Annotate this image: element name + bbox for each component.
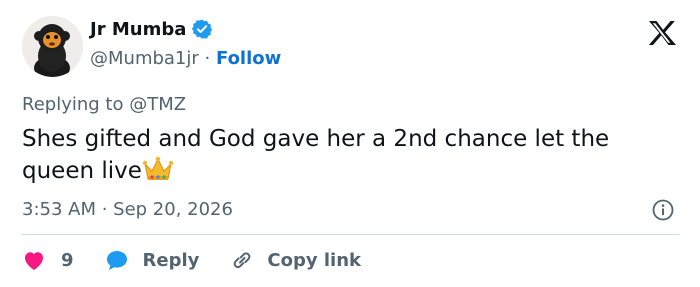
- info-icon[interactable]: [651, 198, 675, 222]
- timestamp[interactable]: 3:53 AM · Sep 20, 2026: [22, 199, 233, 220]
- copy-link-button[interactable]: Copy link: [229, 248, 361, 272]
- tweet-text: Shes gifted and God gave her a 2nd chanc…: [22, 123, 682, 191]
- author-handle[interactable]: @Mumba1jr: [90, 48, 199, 69]
- divider: [22, 234, 679, 235]
- follow-button[interactable]: Follow: [216, 48, 281, 69]
- tweet-body: Shes gifted and God gave her a 2nd chanc…: [22, 126, 610, 184]
- like-count: 9: [61, 249, 74, 271]
- crown-emoji: [142, 156, 174, 191]
- action-bar: 9 Reply Copy link: [22, 246, 361, 274]
- link-icon: [234, 252, 251, 269]
- handle-separator: ·: [204, 48, 211, 69]
- author-name-row[interactable]: Jr Mumba: [90, 18, 213, 40]
- crown-icon: [142, 156, 174, 180]
- avatar-image: [22, 16, 83, 77]
- heart-icon: [25, 252, 43, 270]
- reply-button[interactable]: Reply: [105, 249, 200, 271]
- author-handle-row: @Mumba1jr · Follow: [90, 48, 281, 69]
- like-button[interactable]: 9: [22, 249, 74, 271]
- reply-label: Reply: [142, 249, 200, 271]
- x-logo-icon[interactable]: [648, 20, 677, 46]
- reply-bubble-icon: [106, 251, 127, 270]
- verified-badge-icon: [192, 19, 213, 39]
- avatar[interactable]: [22, 16, 83, 77]
- author-name[interactable]: Jr Mumba: [90, 19, 186, 40]
- replying-to[interactable]: Replying to @TMZ: [22, 94, 186, 115]
- copy-link-label: Copy link: [267, 249, 361, 271]
